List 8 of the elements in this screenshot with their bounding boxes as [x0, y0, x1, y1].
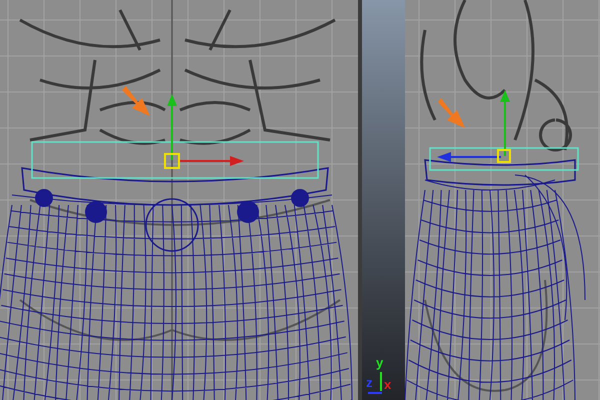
- front-viewport[interactable]: [0, 0, 358, 400]
- axis-lines-icon: [368, 372, 382, 394]
- axis-label: y: [376, 356, 384, 369]
- axis-label: x: [384, 378, 392, 391]
- side-viewport[interactable]: [405, 0, 600, 400]
- pointer-arrow-drawing: [122, 86, 150, 116]
- pointer-arrow-drawing: [438, 98, 465, 128]
- axis-label: z: [366, 376, 372, 389]
